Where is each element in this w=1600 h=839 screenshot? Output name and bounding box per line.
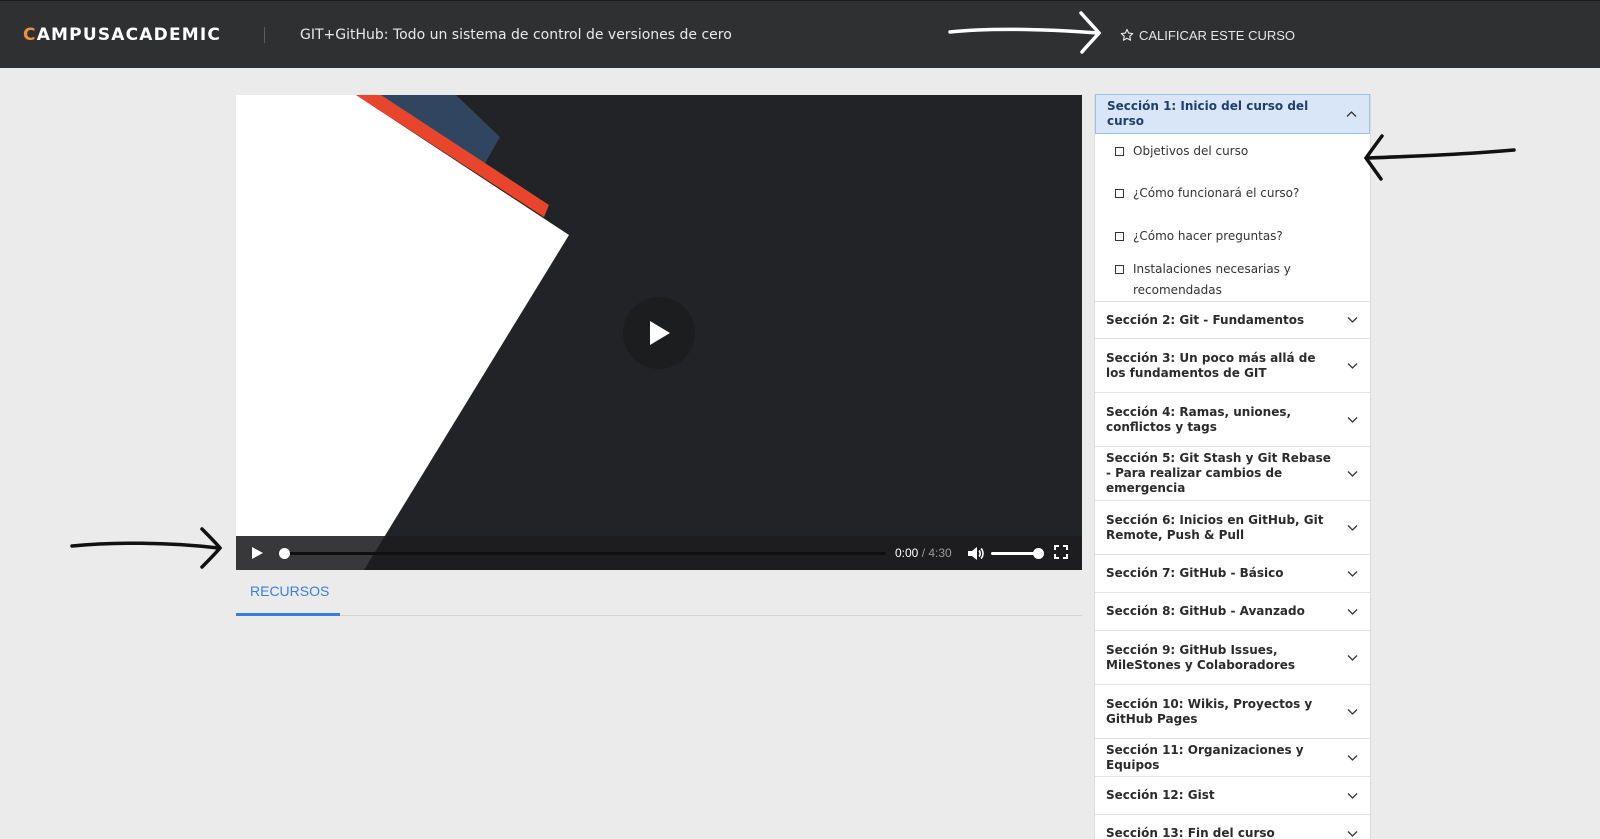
fullscreen-icon[interactable] [1054, 545, 1068, 559]
section-title: Sección 6: Inicios en GitHub, Git Remote… [1106, 512, 1324, 542]
section-9-header[interactable]: Sección 9: GitHub Issues, MileStones y C… [1095, 631, 1370, 685]
brand-logo-text: AMPUSACADEMIC [36, 25, 222, 45]
section-title: Sección 3: Un poco más allá de los funda… [1106, 350, 1316, 380]
duration: 4:30 [928, 546, 952, 560]
lesson-title: ¿Cómo hacer preguntas? [1133, 229, 1283, 243]
brand-logo[interactable]: CAMPUSACADEMIC [23, 25, 221, 45]
rate-course-label: CALIFICAR ESTE CURSO [1139, 27, 1296, 43]
section-7-header[interactable]: Sección 7: GitHub - Básico [1095, 555, 1370, 593]
section-10-header[interactable]: Sección 10: Wikis, Proyectos y GitHub Pa… [1095, 685, 1370, 739]
time-separator: / [918, 546, 929, 560]
lesson-title: Instalaciones necesarias y recomendadas [1133, 262, 1291, 297]
course-title: GIT+GitHub: Todo un sistema de control d… [300, 27, 732, 43]
section-3-header[interactable]: Sección 3: Un poco más allá de los funda… [1095, 339, 1370, 393]
chevron-down-icon [1347, 654, 1358, 661]
section-title: Sección 2: Git - Fundamentos [1106, 312, 1305, 327]
volume-handle[interactable] [1033, 548, 1044, 559]
section-title: Sección 1: Inicio del curso del curso [1107, 99, 1309, 128]
tab-recursos[interactable]: RECURSOS [236, 583, 340, 616]
chevron-down-icon [1347, 708, 1358, 715]
volume-icon[interactable] [967, 546, 984, 561]
section-title: Sección 12: Gist [1106, 788, 1215, 802]
rate-course-button[interactable]: CALIFICAR ESTE CURSO [1120, 25, 1295, 45]
chevron-down-icon [1347, 470, 1358, 477]
section-4-header[interactable]: Sección 4: Ramas, uniones, conflictos y … [1095, 393, 1370, 447]
chevron-down-icon [1347, 317, 1358, 323]
tabs-divider [236, 615, 1082, 616]
video-controls: 0:00 / 4:30 [236, 536, 1082, 570]
section-title: Sección 9: GitHub Issues, MileStones y C… [1106, 642, 1296, 672]
lesson-item[interactable]: Instalaciones necesarias y recomendadas [1095, 254, 1370, 302]
section-8-header[interactable]: Sección 8: GitHub - Avanzado [1095, 593, 1370, 631]
lesson-checkbox[interactable] [1115, 147, 1124, 156]
annotation-arrow-right-icon [948, 11, 1102, 54]
lesson-title: ¿Cómo funcionará el curso? [1133, 186, 1300, 200]
chevron-down-icon [1347, 754, 1358, 761]
section-12-header[interactable]: Sección 12: Gist [1095, 777, 1370, 815]
annotation-arrow-right-icon [70, 527, 223, 569]
lesson-title: Objetivos del curso [1133, 144, 1249, 158]
chevron-down-icon [1347, 608, 1358, 615]
time-display: 0:00 / 4:30 [895, 546, 952, 560]
lesson-item[interactable]: ¿Cómo funcionará el curso? [1095, 177, 1370, 220]
header-divider [264, 27, 265, 43]
video-player[interactable]: 0:00 / 4:30 [236, 95, 1082, 570]
big-play-button[interactable] [623, 297, 695, 369]
lesson-item[interactable]: ¿Cómo hacer preguntas? [1095, 220, 1370, 254]
section-11-header[interactable]: Sección 11: Organizaciones y Equipos [1095, 739, 1370, 777]
chevron-down-icon [1347, 830, 1358, 837]
section-title: Sección 10: Wikis, Proyectos y GitHub Pa… [1106, 696, 1313, 726]
annotation-arrow-left-icon [1363, 134, 1516, 181]
section-1-header[interactable]: Sección 1: Inicio del curso del curso [1095, 94, 1370, 134]
chevron-up-icon [1346, 111, 1357, 117]
chevron-down-icon [1347, 792, 1358, 799]
section-2-header[interactable]: Sección 2: Git - Fundamentos [1095, 302, 1370, 339]
chevron-down-icon [1347, 570, 1358, 577]
volume-slider[interactable] [991, 552, 1039, 555]
chevron-down-icon [1347, 362, 1358, 369]
section-title: Sección 4: Ramas, uniones, conflictos y … [1106, 404, 1292, 434]
chevron-down-icon [1347, 524, 1358, 531]
chevron-down-icon [1347, 416, 1358, 423]
section-title: Sección 7: GitHub - Básico [1106, 566, 1284, 580]
section-6-header[interactable]: Sección 6: Inicios en GitHub, Git Remote… [1095, 501, 1370, 555]
play-icon [650, 321, 670, 345]
section-title: Sección 5: Git Stash y Git Rebase - Para… [1106, 451, 1331, 495]
section-title: Sección 8: GitHub - Avanzado [1106, 604, 1305, 618]
section-title: Sección 11: Organizaciones y Equipos [1106, 742, 1304, 772]
lesson-checkbox[interactable] [1115, 265, 1124, 274]
lesson-checkbox[interactable] [1115, 232, 1124, 241]
play-control-icon[interactable] [250, 546, 264, 560]
seek-bar[interactable] [282, 552, 886, 555]
section-13-header[interactable]: Sección 13: Fin del curso [1095, 815, 1370, 839]
curriculum-sidebar: Sección 1: Inicio del curso del curso Ob… [1094, 94, 1371, 839]
lesson-checkbox[interactable] [1115, 189, 1124, 198]
lesson-item[interactable]: Objetivos del curso [1095, 134, 1370, 177]
section-5-header[interactable]: Sección 5: Git Stash y Git Rebase - Para… [1095, 447, 1370, 501]
top-bar: CAMPUSACADEMIC GIT+GitHub: Todo un siste… [0, 0, 1600, 68]
star-outline-icon [1120, 28, 1134, 41]
current-time: 0:00 [895, 546, 919, 560]
section-title: Sección 13: Fin del curso [1106, 826, 1275, 839]
seek-handle[interactable] [279, 548, 290, 559]
brand-logo-first-letter: C [23, 25, 37, 45]
